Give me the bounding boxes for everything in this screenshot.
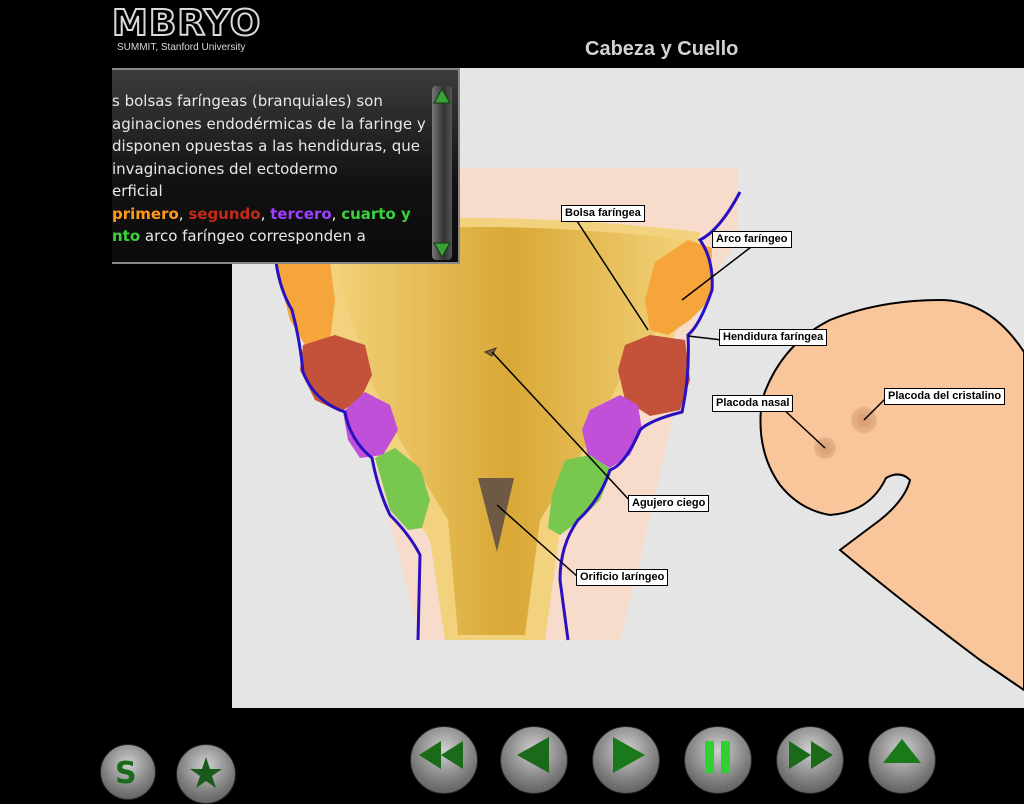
scrollbar[interactable]: [432, 86, 452, 260]
rewind-icon: [419, 741, 463, 769]
text-line: nto arco faríngeo corresponden a: [112, 225, 430, 248]
summary-button[interactable]: S: [100, 744, 156, 800]
label-arco-faringeo: Arco faríngeo: [712, 231, 792, 248]
sep: ,: [178, 204, 189, 223]
word-quinto: nto: [112, 227, 141, 245]
sep: ,: [260, 204, 271, 223]
eject-button[interactable]: [868, 726, 936, 794]
label-bolsa-faringea: Bolsa faríngea: [561, 205, 645, 222]
text-body: s bolsas faríngeas (branquiales) son agi…: [112, 90, 430, 248]
left-arch-1: [275, 262, 335, 345]
sep: ,: [331, 204, 342, 223]
star-button[interactable]: [176, 744, 236, 804]
text-panel: s bolsas faríngeas (branquiales) son agi…: [112, 68, 460, 264]
word-cuarto: cuarto y: [341, 204, 411, 223]
scroll-up-icon[interactable]: [433, 88, 451, 104]
word-tercero: tercero: [270, 204, 332, 223]
text-line: aginaciones endodérmicas de la faringe y: [112, 114, 426, 133]
text-line: disponen opuestas a las hendiduras, que: [112, 137, 420, 155]
label-placoda-cristalino: Placoda del cristalino: [884, 388, 1006, 405]
fast-forward-button[interactable]: [776, 726, 844, 794]
label-placoda-nasal: Placoda nasal: [712, 395, 794, 412]
embryo-head: [759, 298, 1024, 692]
fast-forward-icon: [789, 741, 833, 769]
previous-button[interactable]: [500, 726, 568, 794]
previous-icon: [517, 737, 549, 773]
text-line: invaginaciones del ectodermo: [112, 159, 338, 178]
word-segundo: segundo: [188, 204, 261, 223]
word-primero: primero: [112, 204, 179, 223]
label-orificio-laringeo: Orificio laríngeo: [576, 569, 669, 586]
text-rest: arco faríngeo corresponden a: [140, 227, 366, 245]
text-line: s bolsas faríngeas (branquiales) son: [112, 92, 383, 110]
label-hendidura-faringea: Hendidura faríngea: [719, 329, 828, 346]
text-line: erficial: [112, 182, 163, 200]
scroll-down-icon[interactable]: [433, 242, 451, 258]
eject-icon: [883, 739, 921, 763]
play-button[interactable]: [592, 726, 660, 794]
leader-hendidura: [687, 335, 723, 341]
svg-text:S: S: [115, 756, 137, 791]
s-icon: S: [115, 756, 137, 791]
play-icon: [613, 737, 645, 773]
star-icon: [190, 757, 222, 788]
pause-button[interactable]: [684, 726, 752, 794]
pause-icon: [705, 741, 730, 773]
label-agujero-ciego: Agujero ciego: [628, 495, 710, 512]
text-line: primero, segundo, tercero, cuarto y: [112, 203, 430, 226]
rewind-button[interactable]: [410, 726, 478, 794]
